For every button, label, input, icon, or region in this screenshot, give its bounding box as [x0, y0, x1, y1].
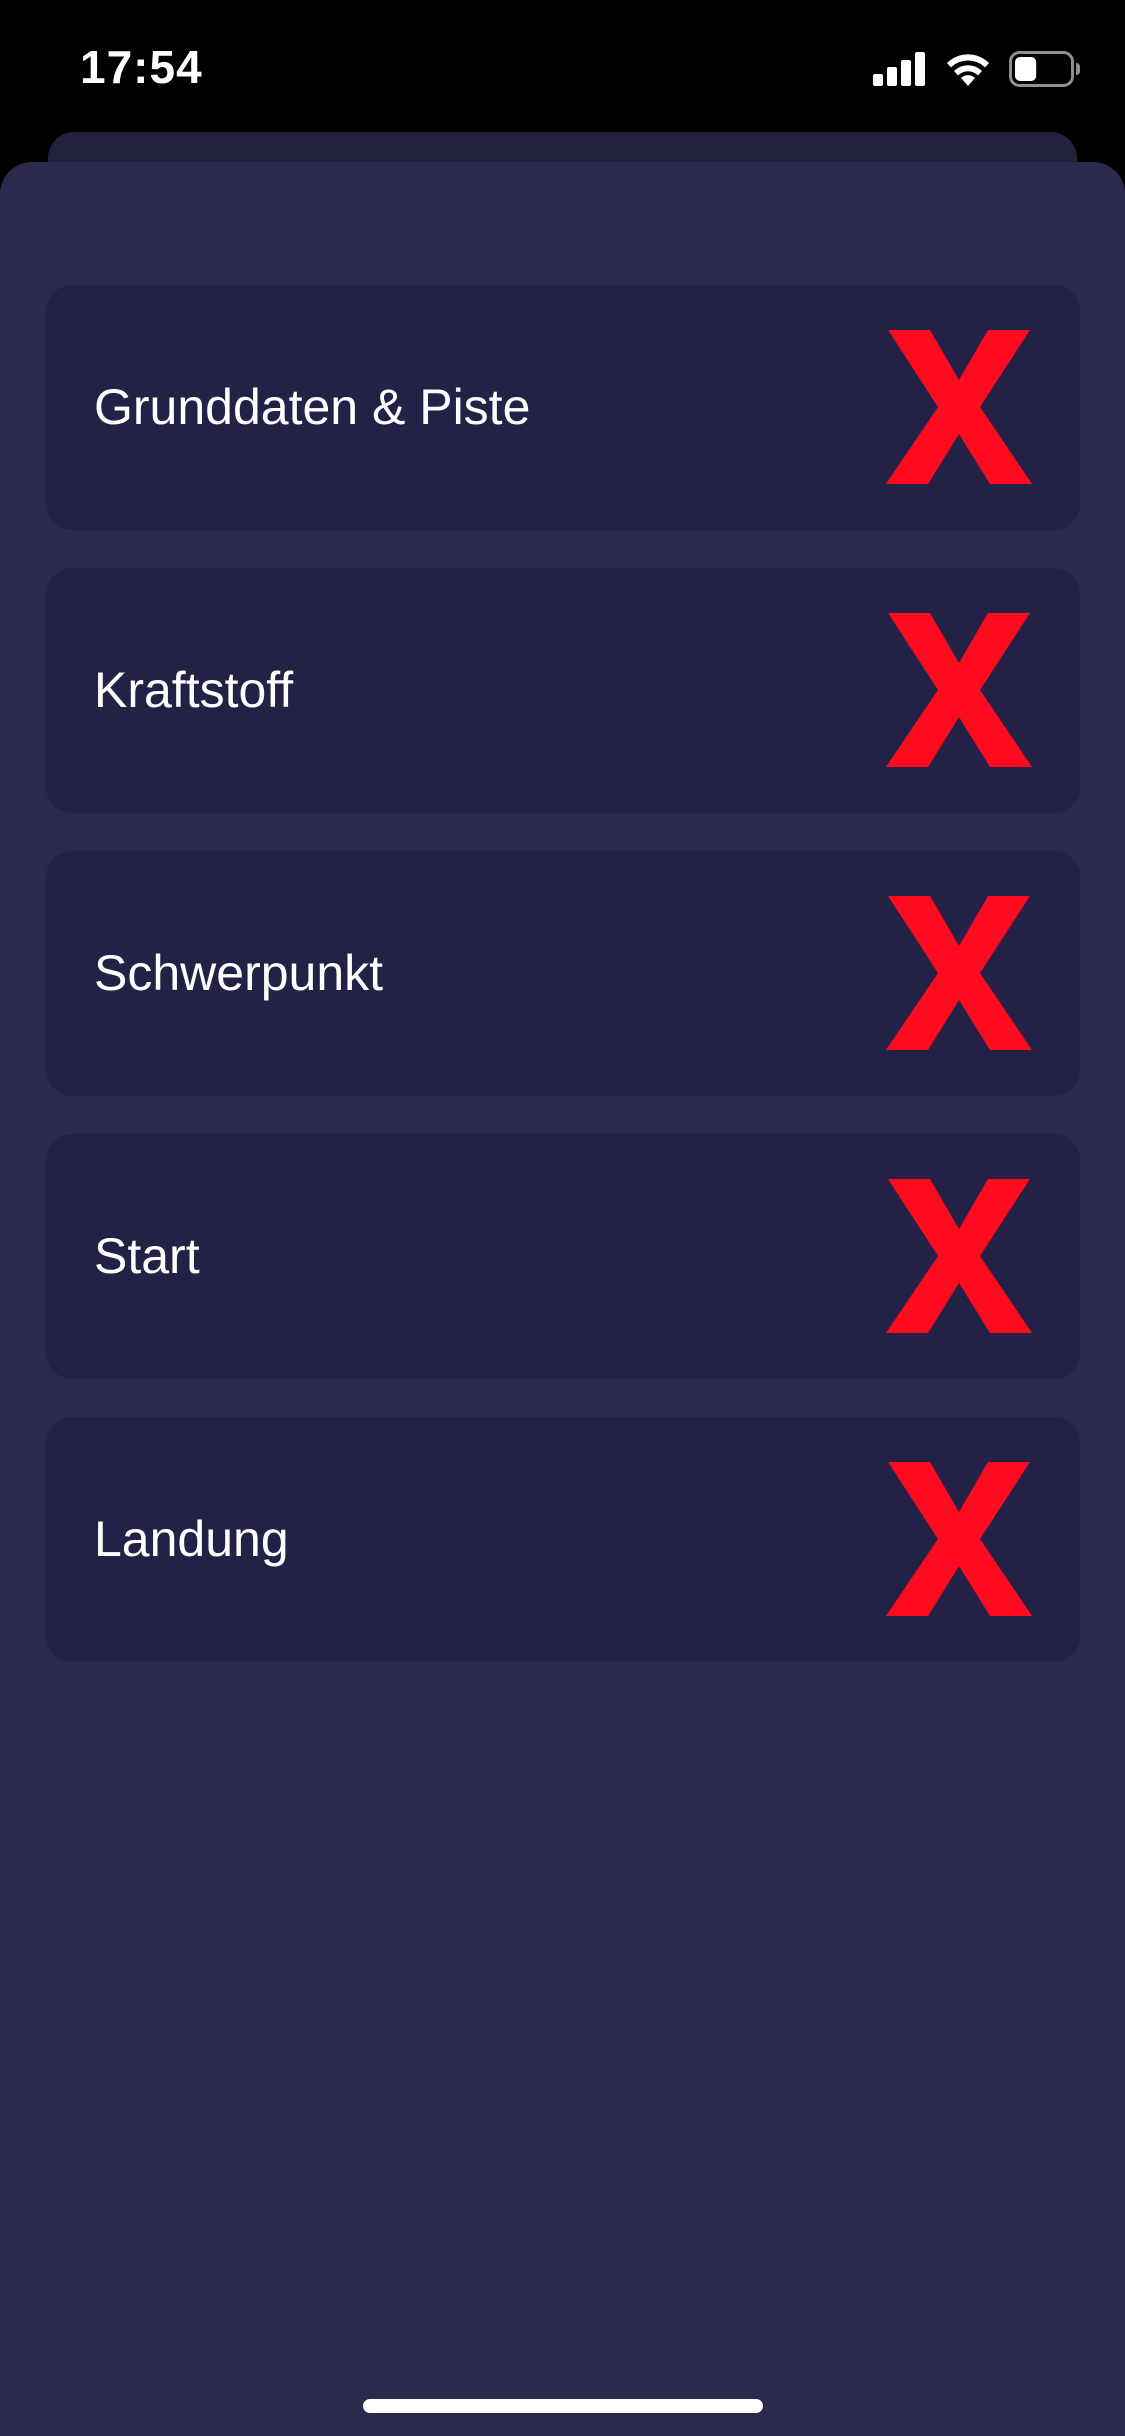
checklist-item-label: Kraftstoff	[94, 662, 294, 718]
red-x-icon	[886, 330, 1032, 484]
red-x-icon	[886, 1462, 1032, 1616]
wifi-icon	[947, 54, 989, 86]
checklist-item-label: Start	[94, 1228, 200, 1284]
red-x-icon	[886, 1179, 1032, 1333]
status-bar: 17:54	[0, 0, 1125, 132]
home-indicator[interactable]	[363, 2399, 763, 2413]
checklist-item-grunddaten[interactable]: Grunddaten & Piste	[46, 285, 1080, 530]
checklist-item-label: Schwerpunkt	[94, 945, 384, 1001]
red-x-icon	[886, 613, 1032, 767]
checklist-item-kraftstoff[interactable]: Kraftstoff	[46, 568, 1080, 813]
checklist-item-label: Landung	[94, 1511, 289, 1567]
battery-icon	[1009, 51, 1080, 87]
checklist-item-landung[interactable]: Landung	[46, 1417, 1080, 1662]
cellular-signal-icon	[873, 52, 925, 86]
checklist-sheet: Grunddaten & Piste Kraftstoff Schwerpunk…	[0, 162, 1125, 2436]
checklist-list: Grunddaten & Piste Kraftstoff Schwerpunk…	[46, 285, 1080, 1700]
checklist-item-schwerpunkt[interactable]: Schwerpunkt	[46, 851, 1080, 1096]
checklist-item-label: Grunddaten & Piste	[94, 379, 531, 435]
checklist-item-start[interactable]: Start	[46, 1134, 1080, 1379]
red-x-icon	[886, 896, 1032, 1050]
status-time: 17:54	[80, 41, 203, 93]
status-icons	[873, 48, 1081, 90]
